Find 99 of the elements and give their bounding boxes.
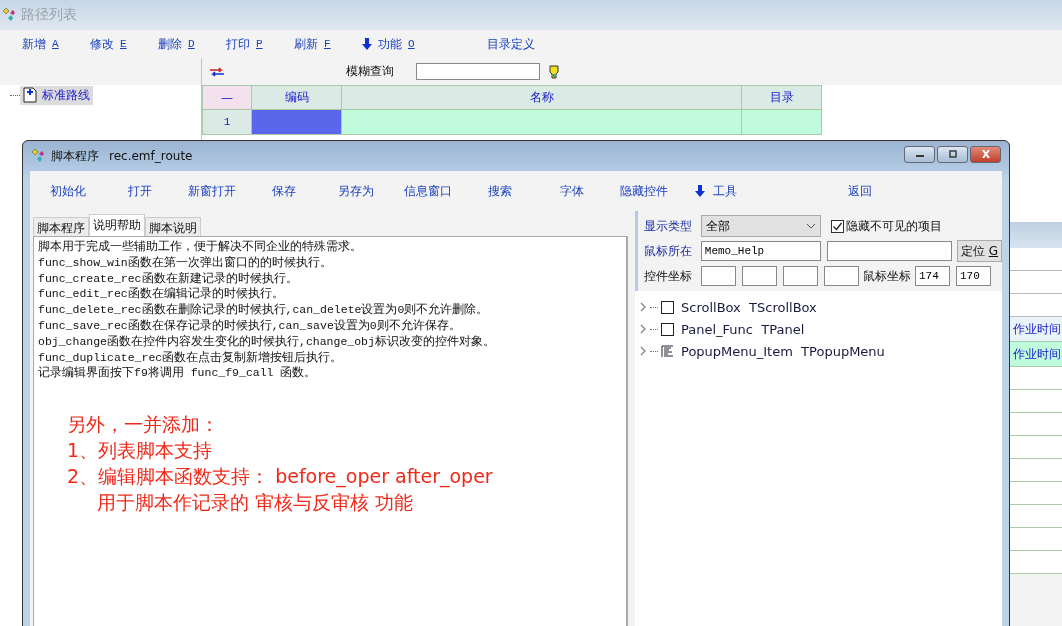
- column-header[interactable]: 编码: [252, 85, 342, 110]
- table-row: [1009, 436, 1062, 459]
- column-header: 作业时间: [1009, 317, 1062, 342]
- table-row: [1009, 505, 1062, 528]
- memo-line: func_show_win函数在第一次弹出窗口的的时候执行。: [38, 254, 333, 271]
- tab[interactable]: 说明帮助: [89, 214, 145, 236]
- maximize-icon: [946, 150, 959, 158]
- table-cell[interactable]: [342, 110, 742, 135]
- text-field[interactable]: [742, 266, 777, 286]
- down-arrow-icon: [695, 185, 705, 197]
- text-field[interactable]: Memo_Help: [700, 241, 822, 261]
- tab[interactable]: 脚本说明: [145, 217, 201, 236]
- memo-line: func_create_rec函数在新建记录的时候执行。: [38, 270, 299, 287]
- memo-line: 记录编辑界面按下f9将调用 func_f9_call 函数。: [38, 365, 318, 382]
- toolbar-button[interactable]: 新窗打开: [176, 182, 248, 200]
- swap-arrows-icon[interactable]: [210, 66, 224, 77]
- toolbar-button[interactable]: 搜索: [464, 182, 536, 200]
- table-cell[interactable]: [742, 110, 822, 135]
- checkbox-icon: [831, 219, 844, 233]
- text-field[interactable]: [701, 266, 736, 286]
- close-icon: [979, 150, 992, 158]
- tree-item[interactable]: PopupMenu_Item TPopupMenu: [681, 343, 885, 359]
- square-icon: [661, 300, 674, 314]
- table-row: [1009, 482, 1062, 505]
- square-icon: [661, 322, 674, 336]
- table-cell[interactable]: [252, 110, 342, 135]
- memo-field[interactable]: [33, 236, 628, 626]
- note-line: 2、编辑脚本函数支持： before_oper after_oper: [67, 464, 494, 490]
- column-header[interactable]: —: [202, 85, 252, 110]
- window-title: 路径列表: [21, 6, 77, 24]
- table-row: [1009, 390, 1062, 413]
- field-label: 显示类型: [644, 217, 693, 235]
- column-header: 作业时间: [1009, 342, 1062, 367]
- table-row: [1009, 528, 1062, 551]
- table-row: [1009, 413, 1062, 436]
- table-row: [1009, 367, 1062, 390]
- toolbar-button[interactable]: 刷新 F: [294, 35, 362, 53]
- text-field[interactable]: [824, 266, 859, 286]
- memo-line: func_delete_rec函数在删除记录的时候执行,can_delete设置为0则不允许删除。: [38, 302, 490, 318]
- field-label: 控件坐标: [644, 267, 693, 285]
- header-bar: [1009, 222, 1062, 248]
- chevron-down-icon: [806, 223, 816, 229]
- toolbar-button[interactable]: 信息窗口: [392, 182, 464, 200]
- row-number: 1: [202, 110, 252, 135]
- hide-invisible-checkbox[interactable]: 隐藏不可见的项目: [831, 217, 942, 235]
- table-row: [1009, 248, 1062, 271]
- toolbar-button[interactable]: 工具: [680, 182, 752, 200]
- window-subtitle: rec.emf_route: [109, 149, 193, 163]
- table-row: [1009, 551, 1062, 574]
- toolbar-button[interactable]: 打开: [104, 182, 176, 200]
- column-header[interactable]: 目录: [742, 85, 822, 110]
- memo-line: obj_change函数在控件内容发生变化的时候执行,change_obj标识改变的控件对象。: [38, 333, 496, 350]
- toolbar-button[interactable]: 返回: [824, 182, 896, 200]
- maximize-button[interactable]: [937, 145, 968, 163]
- table-row: [1009, 294, 1062, 317]
- note-line: 用于脚本作记录的 审核与反审核 功能: [96, 490, 415, 516]
- close-button[interactable]: [970, 145, 1001, 163]
- field-label: 鼠标所在: [644, 242, 693, 260]
- memo-line: 脚本用于完成一些辅助工作，便于解决不同企业的特殊需求。: [38, 239, 363, 255]
- toolbar-button[interactable]: 目录定义: [487, 35, 555, 53]
- toolbar-button[interactable]: 删除 D: [158, 35, 226, 53]
- toolbar-button[interactable]: 隐藏控件: [608, 182, 680, 200]
- toolbar-button[interactable]: 修改 E: [90, 35, 158, 53]
- menu-icon: [661, 344, 674, 358]
- toolbar-button[interactable]: 字体: [536, 182, 608, 200]
- window-title: 脚本程序: [51, 147, 99, 165]
- memo-line: func_save_rec函数在保存记录的时候执行,can_save设置为0则不允许保存。: [38, 318, 462, 334]
- toolbar-button[interactable]: 功能 O: [362, 35, 487, 53]
- document-icon: [23, 87, 37, 103]
- table-row: [1009, 459, 1062, 482]
- memo-line: func_edit_rec函数在编辑记录的时候执行。: [38, 286, 285, 303]
- app-icon: [31, 148, 47, 164]
- note-line: 另外，一并添加：: [67, 412, 220, 438]
- toolbar-button[interactable]: 另存为: [320, 182, 392, 200]
- toolbar-button[interactable]: 打印 P: [226, 35, 294, 53]
- toolbar-button[interactable]: 初始化: [32, 182, 104, 200]
- locate-button[interactable]: 定位 G: [956, 240, 1002, 262]
- field-label: 鼠标坐标: [863, 267, 911, 285]
- search-field[interactable]: [416, 63, 540, 80]
- tab[interactable]: 脚本程序: [33, 217, 89, 236]
- column-header[interactable]: 名称: [342, 85, 742, 110]
- minimize-button[interactable]: [904, 145, 935, 163]
- text-field[interactable]: [827, 241, 952, 261]
- memo-line: func_duplicate_rec函数在点击复制新增按钮后执行。: [38, 349, 344, 366]
- search-label: 模糊查询: [346, 63, 394, 80]
- text-field[interactable]: [783, 266, 818, 286]
- toolbar-button[interactable]: 保存: [248, 182, 320, 200]
- app-icon: [2, 7, 18, 23]
- toolbar-button[interactable]: 新增 A: [22, 35, 90, 53]
- note-line: 1、列表脚本支持: [67, 438, 214, 464]
- flashlight-icon[interactable]: [548, 63, 560, 80]
- tree-item[interactable]: 标准路线: [20, 85, 93, 105]
- type-dropdown[interactable]: 全部: [701, 215, 821, 237]
- text-field[interactable]: 170: [956, 266, 991, 286]
- tree-item[interactable]: Panel_Func TPanel: [681, 321, 805, 337]
- table-row: [1009, 271, 1062, 294]
- tree-item[interactable]: ScrollBox TScrollBox: [681, 299, 817, 315]
- text-field[interactable]: 174: [915, 266, 950, 286]
- down-arrow-icon: [362, 38, 372, 50]
